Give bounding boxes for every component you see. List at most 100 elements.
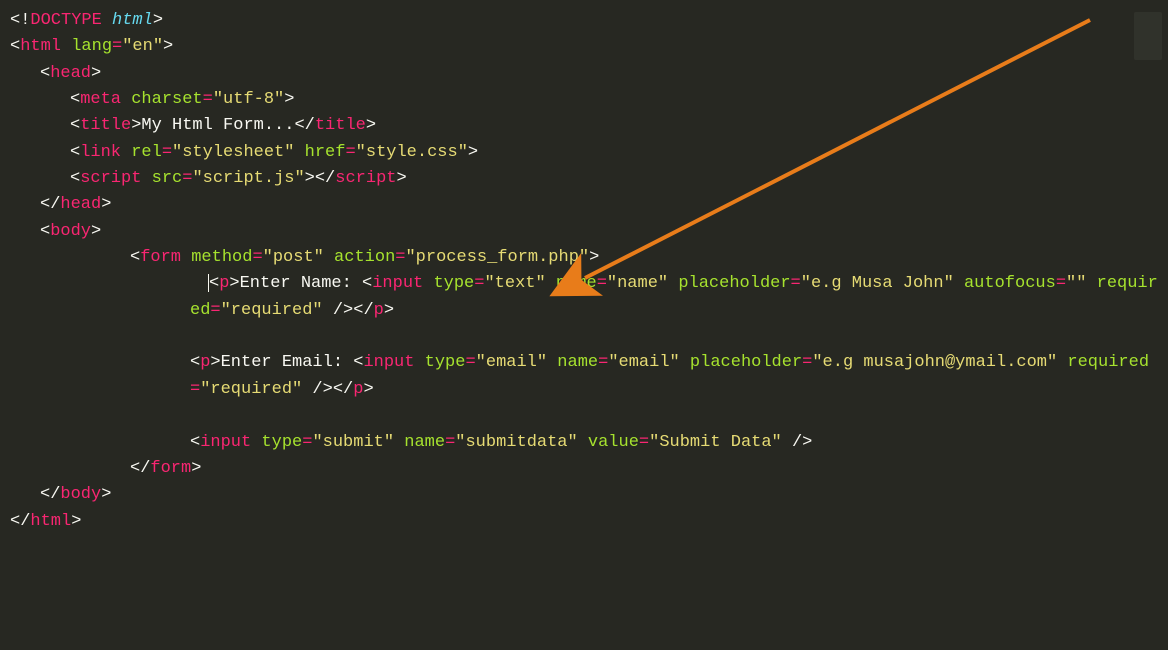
- tag-name: p: [200, 353, 210, 372]
- attr-name: type: [414, 353, 465, 372]
- operator: =: [597, 274, 607, 293]
- bracket: </: [40, 485, 60, 504]
- bracket: </: [10, 512, 30, 531]
- code-line[interactable]: <form method="post" action="process_form…: [10, 245, 1168, 271]
- bracket: </: [294, 116, 314, 135]
- bracket: >: [131, 116, 141, 135]
- tag-name: p: [353, 380, 363, 399]
- attr-name: autofocus: [954, 274, 1056, 293]
- tag-name: html: [20, 37, 61, 56]
- bracket: />: [302, 380, 333, 399]
- code-line[interactable]: <meta charset="utf-8">: [10, 87, 1168, 113]
- code-line[interactable]: <title>My Html Form...</title>: [10, 113, 1168, 139]
- doctype-keyword: DOCTYPE: [30, 11, 101, 30]
- text-content: Enter Name:: [240, 274, 362, 293]
- doctype-value: html: [102, 11, 153, 30]
- attr-name: href: [294, 143, 345, 162]
- tag-name: form: [150, 459, 191, 478]
- tag-name: head: [50, 64, 91, 83]
- bracket: <: [362, 274, 372, 293]
- operator: =: [162, 143, 172, 162]
- operator: =: [182, 169, 192, 188]
- code-line[interactable]: </body>: [10, 482, 1168, 508]
- bracket: <: [353, 353, 363, 372]
- tag-name: html: [30, 512, 71, 531]
- operator: =: [112, 37, 122, 56]
- bracket: <: [70, 169, 80, 188]
- bracket: <: [70, 90, 80, 109]
- operator: =: [395, 248, 405, 267]
- operator: =: [203, 90, 213, 109]
- bracket: >: [101, 195, 111, 214]
- bracket: />: [323, 301, 354, 320]
- code-line-blank[interactable]: [10, 403, 1168, 429]
- code-line[interactable]: <script src="script.js"></script>: [10, 166, 1168, 192]
- attr-name: value: [578, 433, 639, 452]
- code-line[interactable]: <p>Enter Name: <input type="text" name="…: [10, 271, 1168, 324]
- code-line[interactable]: </form>: [10, 456, 1168, 482]
- bracket: <: [40, 222, 50, 241]
- tag-name: input: [372, 274, 423, 293]
- operator: =: [345, 143, 355, 162]
- bracket: </: [130, 459, 150, 478]
- operator: =: [465, 353, 475, 372]
- attr-name: src: [141, 169, 182, 188]
- string: "en": [122, 37, 163, 56]
- string: "submit": [312, 433, 394, 452]
- bracket: >: [284, 90, 294, 109]
- bracket: >: [384, 301, 394, 320]
- tag-name: head: [60, 195, 101, 214]
- bracket: >: [363, 380, 373, 399]
- bracket: <: [130, 248, 140, 267]
- string: "required": [200, 380, 302, 399]
- string: "e.g Musa John": [801, 274, 954, 293]
- bracket: >: [101, 485, 111, 504]
- code-line[interactable]: <link rel="stylesheet" href="style.css">: [10, 140, 1168, 166]
- code-line-blank[interactable]: [10, 324, 1168, 350]
- bracket: >: [153, 11, 163, 30]
- tag-name: input: [200, 433, 251, 452]
- tag-name: form: [140, 248, 181, 267]
- bracket: <: [190, 433, 200, 452]
- tag-name: title: [80, 116, 131, 135]
- operator: =: [190, 380, 200, 399]
- operator: =: [791, 274, 801, 293]
- tag-name: body: [50, 222, 91, 241]
- code-line[interactable]: <p>Enter Email: <input type="email" name…: [10, 350, 1168, 403]
- tag-name: script: [80, 169, 141, 188]
- bracket: </: [333, 380, 353, 399]
- operator: =: [445, 433, 455, 452]
- tag-name: input: [363, 353, 414, 372]
- code-line[interactable]: </head>: [10, 192, 1168, 218]
- string: "name": [607, 274, 668, 293]
- attr-name: type: [251, 433, 302, 452]
- bracket: >: [210, 353, 220, 372]
- code-editor[interactable]: <!DOCTYPE html> <html lang="en"> <head> …: [10, 8, 1168, 535]
- tag-name: title: [315, 116, 366, 135]
- tag-name: script: [335, 169, 396, 188]
- string: "submitdata": [455, 433, 577, 452]
- bracket: >: [229, 274, 239, 293]
- tag-name: p: [374, 301, 384, 320]
- minimap[interactable]: [1134, 12, 1162, 60]
- string: "process_form.php": [405, 248, 589, 267]
- string: "email": [476, 353, 547, 372]
- code-line[interactable]: <!DOCTYPE html>: [10, 8, 1168, 34]
- string: "Submit Data": [649, 433, 782, 452]
- bracket: >: [366, 116, 376, 135]
- code-line[interactable]: <html lang="en">: [10, 34, 1168, 60]
- bracket: >: [589, 248, 599, 267]
- bracket: >: [163, 37, 173, 56]
- text-content: My Html Form...: [141, 116, 294, 135]
- code-line[interactable]: </html>: [10, 509, 1168, 535]
- code-line[interactable]: <head>: [10, 61, 1168, 87]
- tag-name: body: [60, 485, 101, 504]
- operator: =: [474, 274, 484, 293]
- code-line[interactable]: <body>: [10, 219, 1168, 245]
- bracket: >: [91, 222, 101, 241]
- attr-name: placeholder: [668, 274, 790, 293]
- attr-name: name: [547, 353, 598, 372]
- code-line[interactable]: <input type="submit" name="submitdata" v…: [10, 430, 1168, 456]
- attr-name: charset: [121, 90, 203, 109]
- bracket: />: [782, 433, 813, 452]
